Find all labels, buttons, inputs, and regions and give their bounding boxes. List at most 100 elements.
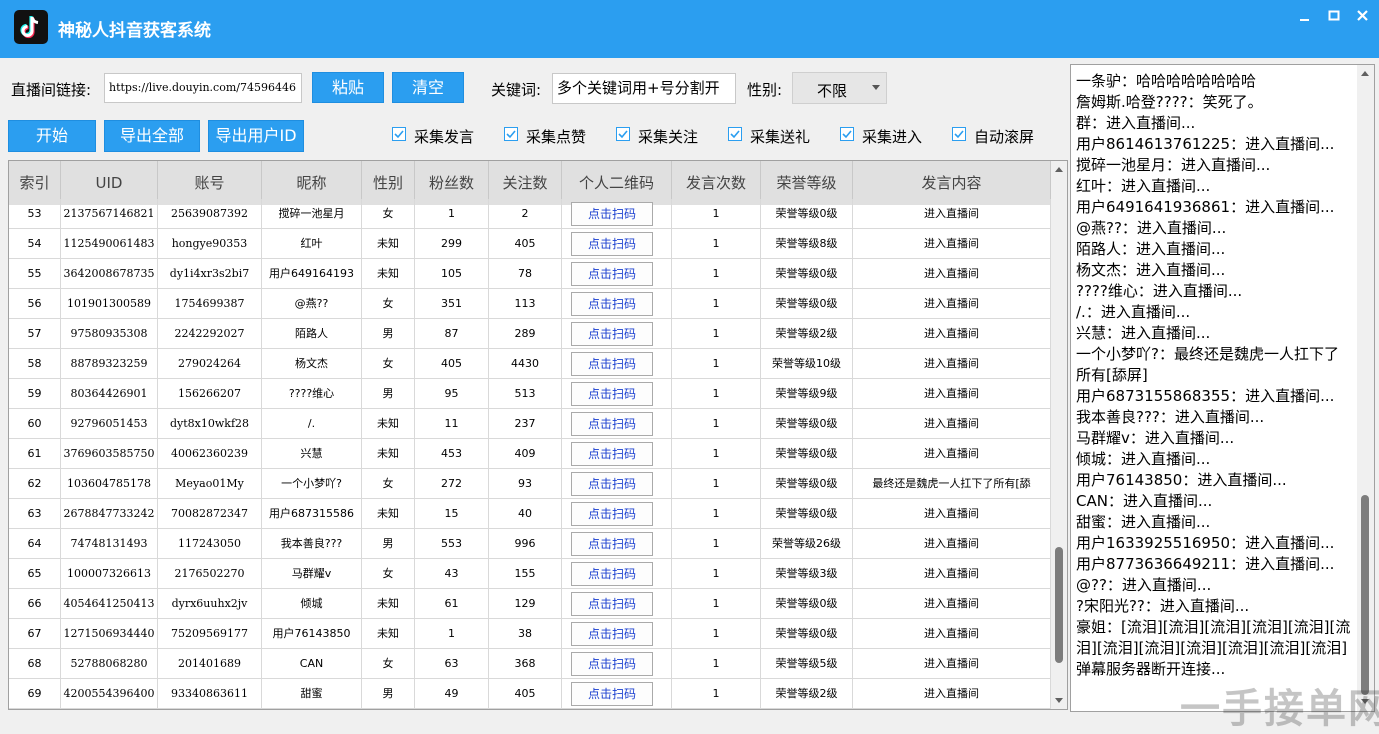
row-fans: 49 [415, 679, 489, 709]
chat-scroll-thumb[interactable] [1361, 495, 1369, 695]
maximize-button[interactable] [1322, 6, 1346, 26]
table-scroll-thumb[interactable] [1055, 547, 1063, 663]
row-nickname: 倾城 [262, 589, 362, 619]
table-row[interactable]: 58 88789323259 279024264 杨文杰女 405 4430 点击扫码 1 荣誉… [9, 349, 1051, 379]
row-qrcode: 点击扫码 [562, 289, 672, 319]
row-uid: 74748131493 [61, 529, 158, 559]
table-row[interactable]: 63 2678847733242 70082872347 用户687315586 未知 1… [9, 499, 1051, 529]
window-title: 神秘人抖音获客系统 [58, 21, 211, 41]
row-gender: 女 [362, 289, 415, 319]
table-row[interactable]: 55 3642008678735 dy1i4xr3s2bi7 用户649164193 未… [9, 259, 1051, 289]
table-row[interactable]: 69 4200554396400 93340863611 甜蜜男 49 405 点击扫码 1 荣… [9, 679, 1051, 709]
row-uid: 3642008678735 [61, 259, 158, 289]
row-index: 58 [9, 349, 61, 379]
row-gender: 未知 [362, 499, 415, 529]
qrcode-button[interactable]: 点击扫码 [571, 562, 653, 586]
row-account: 201401689 [158, 649, 262, 679]
export-all-button[interactable]: 导出全部 [104, 120, 200, 152]
qrcode-button[interactable]: 点击扫码 [571, 622, 653, 646]
table-row[interactable]: 54 1125490061483 hongye90353 红叶 未知 299 405 点击扫码… [9, 229, 1051, 259]
row-speech-content: 进入直播间 [853, 259, 1051, 289]
close-button[interactable] [1351, 6, 1375, 26]
option-collect-likes[interactable]: 采集点赞 [504, 126, 596, 146]
row-qrcode: 点击扫码 [562, 379, 672, 409]
table-row[interactable]: 64 74748131493 117243050 我本善良??? 男 553 996 点击扫码… [9, 529, 1051, 559]
option-collect-speech[interactable]: 采集发言 [392, 126, 484, 146]
row-fans: 11 [415, 409, 489, 439]
table-row[interactable]: 62 103604785178 Meyao01My 一个小梦吖? 女 272 93 点击扫码 1… [9, 469, 1051, 499]
row-qrcode: 点击扫码 [562, 649, 672, 679]
row-speech-content: 进入直播间 [853, 559, 1051, 589]
qrcode-button[interactable]: 点击扫码 [571, 502, 653, 526]
scroll-up-icon[interactable] [1361, 71, 1369, 76]
table-row[interactable]: 56 101901300589 1754699387 @燕?? 女 351 113 点击扫码 1… [9, 289, 1051, 319]
option-collect-enter[interactable]: 采集进入 [840, 126, 932, 146]
qrcode-button[interactable]: 点击扫码 [571, 532, 653, 556]
qrcode-button[interactable]: 点击扫码 [571, 352, 653, 376]
row-account: dyrx6uuhx2jv [158, 589, 262, 619]
qrcode-button[interactable]: 点击扫码 [571, 652, 653, 676]
table-row[interactable]: 57 97580935308 2242292027 陌路人男 87 289 点击扫码 1 荣誉等… [9, 319, 1051, 349]
row-following: 93 [489, 469, 562, 499]
option-collect-follows[interactable]: 采集关注 [616, 126, 708, 146]
table-row[interactable]: 60 92796051453 dyt8x10wkf28/. 未知 11 237 点击扫码 1 荣… [9, 409, 1051, 439]
table-row[interactable]: 68 52788068280 201401689 CAN 女 63 368 点击扫码 1 荣誉等级… [9, 649, 1051, 679]
row-honor-level: 荣誉等级0级 [761, 619, 853, 649]
qrcode-button[interactable]: 点击扫码 [571, 202, 653, 226]
row-fans: 63 [415, 649, 489, 679]
row-following: 996 [489, 529, 562, 559]
table-scrollbar[interactable] [1051, 161, 1067, 709]
table-row[interactable]: 59 80364426901 156266207 ????维心男 95 513 点击扫码 1 荣… [9, 379, 1051, 409]
scroll-down-icon[interactable] [1055, 698, 1063, 703]
minimize-button[interactable] [1293, 6, 1317, 26]
chat-line: ????维心：进入直播间... [1076, 282, 1243, 300]
qrcode-button[interactable]: 点击扫码 [571, 442, 653, 466]
clear-button[interactable]: 清空 [392, 72, 464, 103]
row-following: 78 [489, 259, 562, 289]
user-table[interactable]: 索引 UID 账号 昵称 性别 粉丝数 关注数 个人二维码 发言次数 荣誉等级 发言内容 53 213… [8, 160, 1068, 710]
qrcode-button[interactable]: 点击扫码 [571, 322, 653, 346]
row-uid: 52788068280 [61, 649, 158, 679]
row-following: 38 [489, 619, 562, 649]
qrcode-button[interactable]: 点击扫码 [571, 262, 653, 286]
chat-log-panel[interactable]: 一条驴：哈哈哈哈哈哈哈哈 詹姆斯.哈登????：笑死了。 群：进入直播间... 用户8… [1070, 64, 1375, 712]
scroll-up-icon[interactable] [1055, 167, 1063, 172]
row-fans: 299 [415, 229, 489, 259]
qrcode-button[interactable]: 点击扫码 [571, 292, 653, 316]
row-nickname: 甜蜜 [262, 679, 362, 709]
qrcode-button[interactable]: 点击扫码 [571, 592, 653, 616]
room-link-input[interactable]: https://live.douyin.com/74596446 [104, 73, 302, 103]
qrcode-button[interactable]: 点击扫码 [571, 472, 653, 496]
row-index: 68 [9, 649, 61, 679]
row-gender: 未知 [362, 619, 415, 649]
checkbox-checked-icon [392, 127, 406, 141]
chat-scrollbar[interactable] [1357, 65, 1374, 711]
row-qrcode: 点击扫码 [562, 469, 672, 499]
qrcode-button[interactable]: 点击扫码 [571, 412, 653, 436]
paste-button[interactable]: 粘贴 [312, 72, 384, 103]
table-row[interactable]: 61 3769603585750 40062360239 兴慧 未知 453 409 点击扫码… [9, 439, 1051, 469]
row-index: 60 [9, 409, 61, 439]
option-auto-scroll[interactable]: 自动滚屏 [952, 126, 1044, 146]
qrcode-button[interactable]: 点击扫码 [571, 682, 653, 706]
start-button[interactable]: 开始 [8, 120, 96, 152]
option-collect-gifts[interactable]: 采集送礼 [728, 126, 820, 146]
row-honor-level: 荣誉等级0级 [761, 199, 853, 229]
table-row[interactable]: 65 100007326613 2176502270 马群耀v 女 43 155 点击扫码 1 荣… [9, 559, 1051, 589]
row-nickname: 陌路人 [262, 319, 362, 349]
row-qrcode: 点击扫码 [562, 619, 672, 649]
qrcode-button[interactable]: 点击扫码 [571, 232, 653, 256]
qrcode-button[interactable]: 点击扫码 [571, 382, 653, 406]
chat-line: 一条驴：哈哈哈哈哈哈哈哈 [1076, 72, 1257, 90]
row-index: 67 [9, 619, 61, 649]
gender-select[interactable]: 不限 [792, 72, 887, 104]
checkbox-checked-icon [616, 127, 630, 141]
table-row[interactable]: 66 4054641250413 dyrx6uuhx2jv 倾城 未知 61 129 点击扫码… [9, 589, 1051, 619]
keyword-input[interactable]: 多个关键词用+号分割开 [552, 73, 736, 104]
table-row[interactable]: 53 2137567146821 25639087392 搅碎一池星月女 1 2 点击扫码 1… [9, 199, 1051, 229]
row-gender: 男 [362, 379, 415, 409]
export-uid-button[interactable]: 导出用户ID [208, 120, 304, 152]
table-row[interactable]: 67 1271506934440 75209569177 用户76143850 未知 1 3… [9, 619, 1051, 649]
row-nickname: 马群耀v [262, 559, 362, 589]
row-fans: 15 [415, 499, 489, 529]
